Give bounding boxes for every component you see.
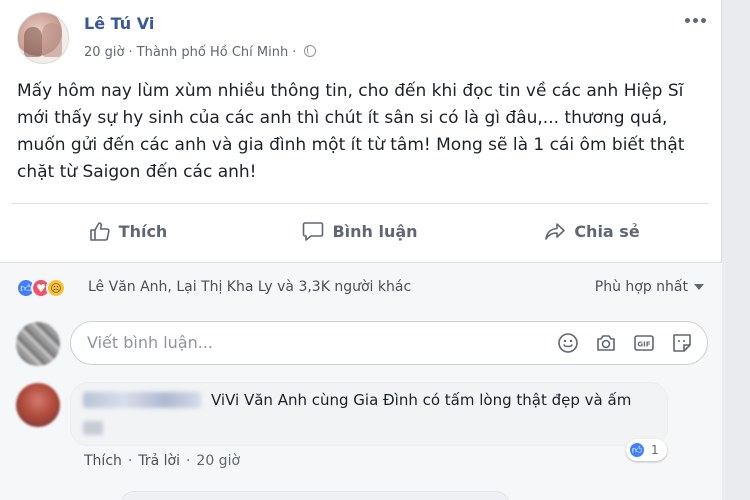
current-user-avatar	[16, 322, 60, 366]
post-card: Lê Tú Vi 20 giờ · Thành phố Hồ Chí Minh · M…	[0, 0, 722, 500]
sort-label: Phù hợp nhất	[594, 279, 688, 295]
share-button[interactable]: Chia sẻ	[476, 212, 708, 250]
divider	[12, 203, 708, 204]
comment-input-tools: GIF	[557, 332, 693, 354]
post-text: Mấy hôm nay lùm xùm nhiều thông tin, cho…	[17, 81, 685, 182]
reactions-summary[interactable]: Lê Văn Anh, Lại Thị Kha Ly và 3,3K người…	[88, 279, 411, 295]
dot-separator-2: ·	[185, 453, 191, 469]
comments-section: Viết bình luận... GIF ViVi Văn Anh cùng …	[0, 313, 722, 500]
comment-placeholder: Viết bình luận...	[87, 333, 213, 352]
share-label: Chia sẻ	[574, 221, 640, 241]
comment-bubble: ViVi Văn Anh cùng Gia Đình có tấm lòng t…	[70, 382, 668, 446]
comment-input[interactable]: Viết bình luận... GIF	[70, 321, 708, 365]
reaction-icons[interactable]: 👍︎ ♥ ☹	[16, 278, 66, 298]
emoji-icon[interactable]	[557, 332, 579, 354]
post-time[interactable]: 20 giờ	[84, 45, 125, 60]
sticker-icon[interactable]	[671, 332, 693, 354]
like-label: Thích	[118, 221, 168, 241]
gif-icon[interactable]: GIF	[633, 332, 655, 354]
caret-down-icon	[694, 284, 704, 290]
dot-separator: ·	[127, 453, 133, 469]
like-button[interactable]: Thích	[12, 212, 244, 250]
comment-text: ViVi Văn Anh cùng Gia Đình có tấm lòng t…	[211, 391, 632, 409]
share-arrow-icon	[545, 223, 566, 240]
comment-button[interactable]: Bình luận	[244, 212, 476, 250]
comment-like-count-badge[interactable]: 👍︎ 1	[626, 439, 667, 461]
post-location[interactable]: Thành phố Hồ Chí Minh	[137, 45, 289, 60]
action-bar: Thích Bình luận Chia sẻ	[12, 212, 708, 250]
commenter-name-blurred	[83, 392, 201, 408]
comment-reply-link[interactable]: Trả lời	[138, 453, 180, 469]
comment-like-count: 1	[651, 443, 659, 457]
post-meta: 20 giờ · Thành phố Hồ Chí Minh ·	[84, 45, 317, 60]
author-avatar[interactable]	[17, 12, 69, 64]
svg-text:GIF: GIF	[637, 341, 650, 349]
comment-sort-dropdown[interactable]: Phù hợp nhất	[595, 279, 704, 295]
sad-reaction-icon: ☹	[46, 278, 66, 298]
blurred-text	[83, 421, 103, 435]
more-options-icon[interactable]	[685, 14, 709, 26]
like-reaction-icon: 👍︎	[628, 441, 646, 459]
commenter-avatar[interactable]	[16, 383, 60, 427]
comment-like-link[interactable]: Thích	[84, 453, 122, 469]
comment-label: Bình luận	[332, 221, 418, 241]
meta-separator: ·	[128, 45, 133, 60]
reactions-row: 👍︎ ♥ ☹ Lê Văn Anh, Lại Thị Kha Ly và 3,3…	[0, 263, 722, 313]
comment-icon	[303, 222, 324, 241]
comment-actions: Thích · Trả lời · 20 giờ	[84, 453, 240, 469]
camera-icon[interactable]	[595, 332, 617, 354]
thumbs-up-icon	[89, 222, 110, 241]
globe-icon[interactable]	[304, 45, 317, 57]
comment-time[interactable]: 20 giờ	[196, 453, 240, 469]
meta-separator-2: ·	[292, 45, 297, 60]
next-comment-bubble	[120, 491, 510, 500]
author-name[interactable]: Lê Tú Vi	[84, 14, 154, 33]
